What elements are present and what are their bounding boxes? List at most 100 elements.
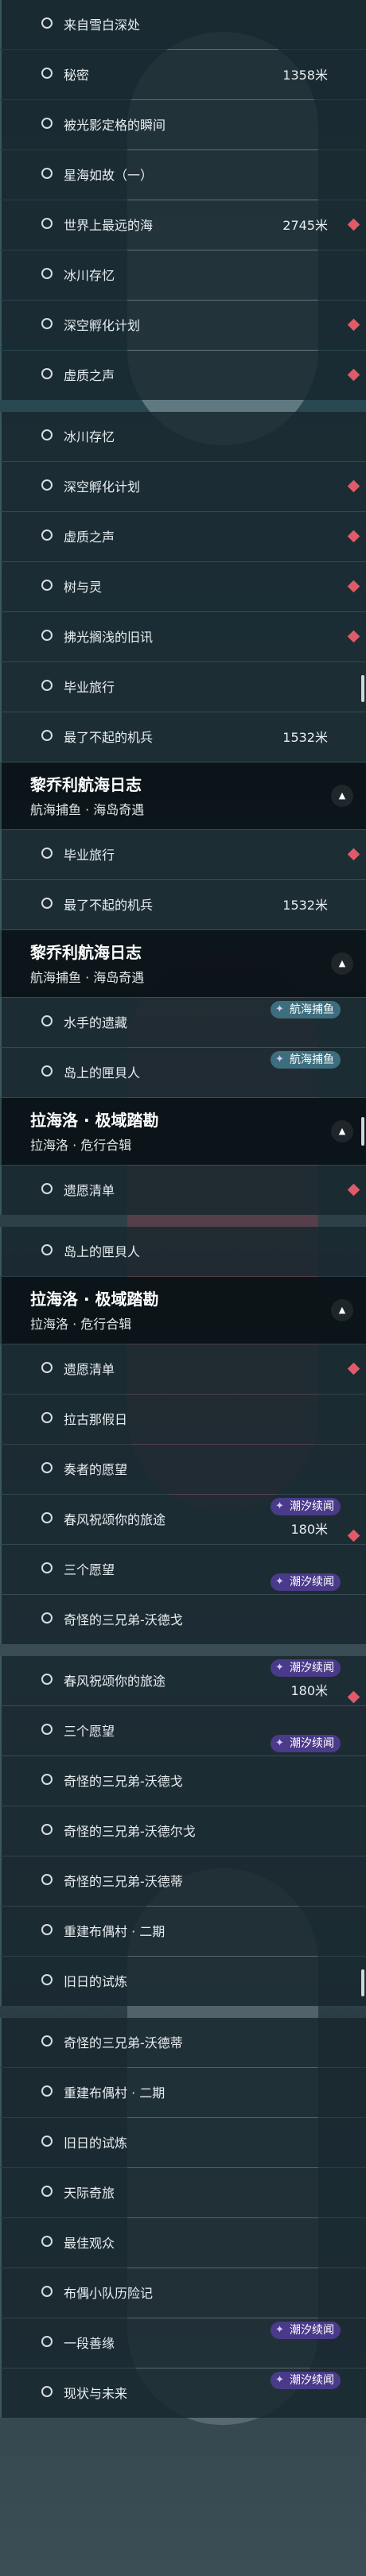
- quest-group-header[interactable]: 拉海洛 · 极域踏勘 拉海洛 · 危行合辑 ▲: [0, 1098, 366, 1165]
- scrollbar-thumb[interactable]: [361, 675, 364, 702]
- radio-circle-icon[interactable]: [41, 2035, 53, 2046]
- quest-item[interactable]: 遗愿清单: [0, 1344, 366, 1394]
- quest-group-header[interactable]: 黎乔利航海日志 航海捕鱼 · 海岛奇遇 ▲: [0, 930, 366, 997]
- quest-item[interactable]: 秘密 1358米: [0, 50, 366, 99]
- radio-circle-icon[interactable]: [41, 1612, 53, 1624]
- radio-circle-icon[interactable]: [41, 2136, 53, 2147]
- radio-circle-icon[interactable]: [41, 1774, 53, 1785]
- quest-item[interactable]: 春风祝颂你的旅途 潮汐续闻 180米: [0, 1495, 366, 1544]
- quest-item[interactable]: 拂光搁浅的旧讯: [0, 612, 366, 661]
- quest-item[interactable]: 遗愿清单: [0, 1166, 366, 1215]
- quest-item[interactable]: 拉古那假日: [0, 1395, 366, 1444]
- radio-circle-icon[interactable]: [41, 1015, 53, 1026]
- quest-title: 一段善缘: [64, 2336, 115, 2351]
- quest-item[interactable]: 三个愿望潮汐续闻: [0, 1706, 366, 1755]
- radio-circle-icon[interactable]: [41, 17, 53, 29]
- quest-item[interactable]: 最了不起的机兵 1532米: [0, 712, 366, 762]
- radio-circle-icon[interactable]: [41, 2336, 53, 2347]
- radio-circle-icon[interactable]: [41, 1462, 53, 1473]
- quest-group-header[interactable]: 黎乔利航海日志 航海捕鱼 · 海岛奇遇 ▲: [0, 762, 366, 829]
- quest-item[interactable]: 毕业旅行: [0, 662, 366, 712]
- quest-item[interactable]: 来自雪白深处: [0, 0, 366, 49]
- radio-circle-icon[interactable]: [41, 368, 53, 379]
- tag-badge: 潮汐续闻: [271, 1659, 341, 1677]
- radio-circle-icon[interactable]: [41, 2386, 53, 2397]
- quest-item[interactable]: 奇怪的三兄弟-沃德戈: [0, 1756, 366, 1806]
- radio-circle-icon[interactable]: [41, 848, 53, 859]
- quest-item[interactable]: 被光影定格的瞬间: [0, 100, 366, 149]
- radio-circle-icon[interactable]: [41, 2286, 53, 2297]
- radio-circle-icon[interactable]: [41, 898, 53, 909]
- quest-item[interactable]: 冰川存忆: [0, 250, 366, 300]
- quest-item[interactable]: 最佳观众: [0, 2218, 366, 2268]
- quest-item[interactable]: 重建布偶村 · 二期: [0, 2068, 366, 2117]
- radio-circle-icon[interactable]: [41, 1674, 53, 1685]
- radio-circle-icon[interactable]: [41, 1924, 53, 1935]
- quest-item[interactable]: 旧日的试炼: [0, 2118, 366, 2167]
- quest-item[interactable]: 世界上最远的海 2745米: [0, 200, 366, 250]
- radio-circle-icon[interactable]: [41, 1974, 53, 1985]
- radio-circle-icon[interactable]: [41, 68, 53, 79]
- radio-circle-icon[interactable]: [41, 1824, 53, 1835]
- radio-circle-icon[interactable]: [41, 218, 53, 229]
- collapse-toggle-icon[interactable]: ▲: [331, 952, 353, 975]
- distance-label: 180米: [290, 1683, 328, 1698]
- scrollbar-thumb[interactable]: [361, 1117, 364, 1146]
- quest-item[interactable]: 虚质之声: [0, 351, 366, 400]
- radio-circle-icon[interactable]: [41, 1362, 53, 1373]
- quest-item[interactable]: 天际奇旅: [0, 2168, 366, 2217]
- quest-list[interactable]: 来自雪白深处 秘密 1358米 被光影定格的瞬间 星海如故（一） 世界上最远的海 2745米…: [0, 0, 366, 2419]
- radio-circle-icon[interactable]: [41, 680, 53, 691]
- radio-circle-icon[interactable]: [41, 530, 53, 541]
- radio-circle-icon[interactable]: [41, 168, 53, 179]
- radio-circle-icon[interactable]: [41, 118, 53, 129]
- radio-circle-icon[interactable]: [41, 318, 53, 329]
- radio-circle-icon[interactable]: [41, 1412, 53, 1423]
- radio-circle-icon[interactable]: [41, 1244, 53, 1255]
- quest-group-header[interactable]: 拉海洛 · 极域踏勘 拉海洛 · 危行合辑 ▲: [0, 1277, 366, 1344]
- radio-circle-icon[interactable]: [41, 580, 53, 591]
- quest-item[interactable]: 现状与未来 潮汐续闻: [0, 2368, 366, 2418]
- radio-circle-icon[interactable]: [41, 429, 53, 440]
- quest-item[interactable]: 树与灵: [0, 562, 366, 611]
- radio-circle-icon[interactable]: [41, 1874, 53, 1885]
- quest-item[interactable]: 布偶小队历险记: [0, 2268, 366, 2318]
- radio-circle-icon[interactable]: [41, 1065, 53, 1077]
- radio-circle-icon[interactable]: [41, 1183, 53, 1194]
- radio-circle-icon[interactable]: [41, 1512, 53, 1523]
- quest-item[interactable]: 奇怪的三兄弟-沃德戈: [0, 1595, 366, 1644]
- quest-item[interactable]: 奇怪的三兄弟-沃德蒂: [0, 2018, 366, 2067]
- collapse-toggle-icon[interactable]: ▲: [331, 1299, 353, 1321]
- quest-item[interactable]: 奇怪的三兄弟-沃德尔戈: [0, 1806, 366, 1856]
- radio-circle-icon[interactable]: [41, 2186, 53, 2197]
- collapse-toggle-icon[interactable]: ▲: [331, 1120, 353, 1143]
- quest-item[interactable]: 岛上的匣貝人: [0, 1227, 366, 1276]
- quest-item[interactable]: 水手的遗藏 航海捕鱼: [0, 998, 366, 1047]
- collapse-toggle-icon[interactable]: ▲: [331, 785, 353, 807]
- quest-item[interactable]: 一段善缘 潮汐续闻: [0, 2318, 366, 2368]
- radio-circle-icon[interactable]: [41, 2085, 53, 2097]
- quest-item[interactable]: 旧日的试炼: [0, 1957, 366, 2006]
- radio-circle-icon[interactable]: [41, 2236, 53, 2247]
- quest-item[interactable]: 毕业旅行: [0, 830, 366, 879]
- tracking-marker-icon: [347, 580, 360, 593]
- quest-item[interactable]: 奏者的愿望: [0, 1445, 366, 1494]
- quest-item[interactable]: 三个愿望潮汐续闻: [0, 1545, 366, 1594]
- radio-circle-icon[interactable]: [41, 479, 53, 491]
- quest-item[interactable]: 深空孵化计划: [0, 462, 366, 511]
- quest-item[interactable]: 星海如故（一）: [0, 150, 366, 200]
- radio-circle-icon[interactable]: [41, 730, 53, 741]
- radio-circle-icon[interactable]: [41, 630, 53, 641]
- quest-item[interactable]: 冰川存忆: [0, 412, 366, 461]
- radio-circle-icon[interactable]: [41, 1724, 53, 1735]
- scrollbar-thumb[interactable]: [361, 1969, 364, 1996]
- quest-item[interactable]: 春风祝颂你的旅途 潮汐续闻 180米: [0, 1656, 366, 1705]
- radio-circle-icon[interactable]: [41, 268, 53, 279]
- quest-item[interactable]: 虚质之声: [0, 512, 366, 561]
- quest-item[interactable]: 岛上的匣貝人 航海捕鱼: [0, 1048, 366, 1097]
- quest-item[interactable]: 重建布偶村 · 二期: [0, 1907, 366, 1956]
- quest-item[interactable]: 奇怪的三兄弟-沃德蒂: [0, 1856, 366, 1906]
- radio-circle-icon[interactable]: [41, 1562, 53, 1573]
- quest-item[interactable]: 最了不起的机兵 1532米: [0, 880, 366, 929]
- quest-item[interactable]: 深空孵化计划: [0, 301, 366, 350]
